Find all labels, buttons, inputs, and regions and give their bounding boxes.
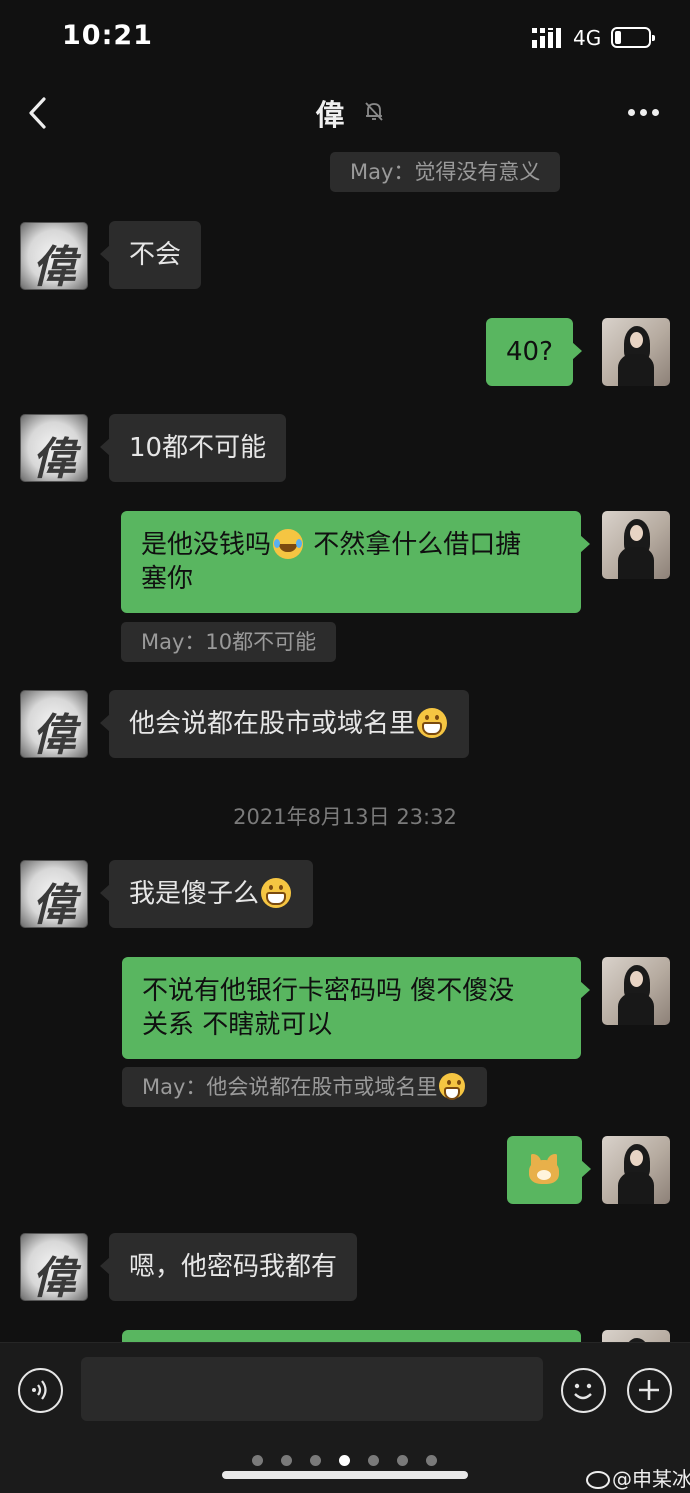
my-avatar[interactable] <box>602 1136 670 1204</box>
chat-header: 偉 <box>0 80 690 146</box>
home-indicator[interactable] <box>222 1471 468 1479</box>
voice-input-icon[interactable] <box>18 1368 63 1413</box>
my-avatar[interactable] <box>602 318 670 386</box>
incoming-message[interactable]: 10都不可能 <box>99 414 287 482</box>
contact-avatar[interactable]: 偉 <box>20 414 88 482</box>
incoming-message[interactable]: 不会 <box>99 221 202 289</box>
weibo-watermark: @申某冰 <box>586 1463 690 1492</box>
more-options-icon[interactable] <box>622 98 666 126</box>
message-text-input[interactable] <box>81 1357 543 1421</box>
chat-title: 偉 <box>315 98 345 132</box>
doge-sticker-icon <box>527 1154 561 1184</box>
status-bar: 10:21 4G <box>0 0 690 80</box>
more-functions-plus-icon[interactable] <box>627 1368 672 1413</box>
outgoing-message[interactable]: 是他没钱吗 不然拿什么借口搪 塞你 <box>121 511 590 613</box>
outgoing-message[interactable]: 不说有他银行卡密码吗 傻不傻没 关系 不瞎就可以 <box>122 957 590 1059</box>
grinning-emoji-icon <box>261 878 292 908</box>
my-avatar[interactable] <box>602 1330 670 1342</box>
outgoing-sticker-message[interactable] <box>507 1136 591 1204</box>
contact-avatar[interactable]: 偉 <box>20 222 88 290</box>
contact-avatar[interactable]: 偉 <box>20 860 88 928</box>
my-avatar[interactable] <box>602 511 670 579</box>
contact-avatar[interactable]: 偉 <box>20 1233 88 1301</box>
tears-of-joy-emoji-icon <box>273 529 304 559</box>
quoted-message[interactable]: May：觉得没有意义 <box>330 152 561 192</box>
message-timestamp: 2021年8月13日 23:32 <box>233 805 457 829</box>
quoted-message[interactable]: May：他会说都在股市或域名里 <box>122 1067 488 1107</box>
emoji-picker-icon[interactable] <box>561 1368 606 1413</box>
grinning-emoji-icon <box>417 708 448 738</box>
incoming-message[interactable]: 他会说都在股市或域名里 <box>99 690 470 758</box>
outgoing-message[interactable]: 40? <box>486 318 582 386</box>
weibo-icon <box>586 1471 610 1489</box>
incoming-message[interactable]: 我是傻子么 <box>99 860 314 928</box>
network-type: 4G <box>573 26 602 50</box>
message-input-bar: @申某冰 <box>0 1342 690 1493</box>
signal-strength-icon <box>532 28 561 48</box>
battery-icon <box>611 27 655 48</box>
mute-bell-icon <box>365 102 383 121</box>
chat-message-list[interactable]: May：觉得没有意义 偉 不会 40? 偉 10都不可能 是他没钱吗 不然拿什么… <box>0 146 690 1342</box>
my-avatar[interactable] <box>602 957 670 1025</box>
contact-avatar[interactable]: 偉 <box>20 690 88 758</box>
grinning-emoji-icon <box>439 1073 466 1100</box>
status-time: 10:21 <box>62 20 153 51</box>
outgoing-message-partial[interactable] <box>122 1330 581 1342</box>
incoming-message[interactable]: 嗯，他密码我都有 <box>99 1233 358 1301</box>
quoted-message[interactable]: May：10都不可能 <box>121 622 337 662</box>
